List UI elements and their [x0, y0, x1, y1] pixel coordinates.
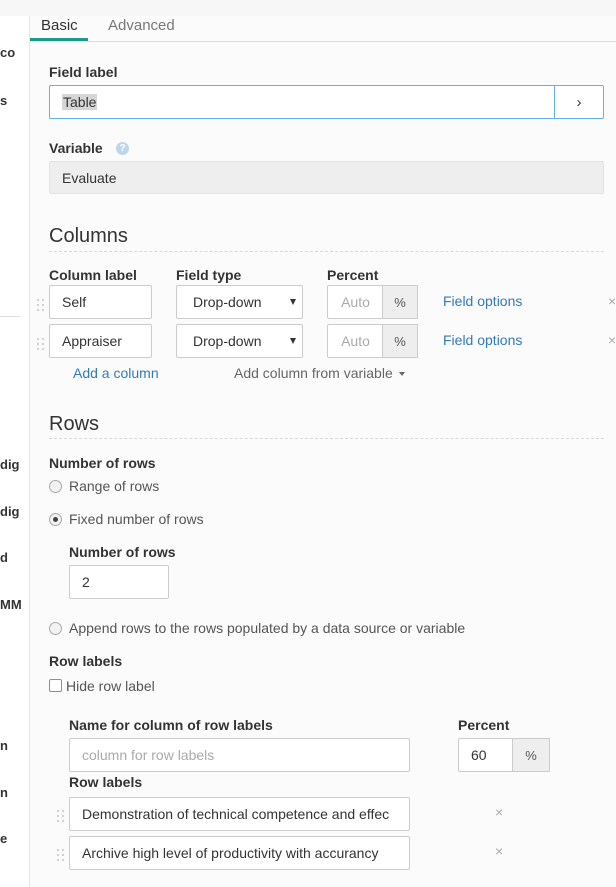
hide-row-label-checkbox[interactable] [49, 679, 62, 692]
add-column-link[interactable]: Add a column [73, 365, 159, 381]
percent-addon: % [382, 285, 418, 319]
add-column-from-variable-label: Add column from variable [234, 365, 393, 381]
variable-value: Evaluate [62, 169, 117, 186]
name-column-heading: Name for column of row labels [69, 717, 273, 733]
drag-handle-icon[interactable] [37, 299, 45, 313]
tab-basic[interactable]: Basic [41, 17, 78, 34]
add-column-from-variable-dropdown[interactable]: Add column from variable [234, 365, 405, 381]
name-column-placeholder: column for row labels [82, 747, 215, 763]
drag-handle-icon[interactable] [57, 810, 65, 824]
range-of-rows-label[interactable]: Range of rows [69, 478, 159, 494]
tab-advanced[interactable]: Advanced [108, 17, 175, 34]
row-label-value: Archive high level of productivity with … [82, 845, 379, 861]
remove-column-icon[interactable]: × [608, 293, 616, 309]
row-label-value: Demonstration of technical competence an… [82, 806, 390, 822]
row-percent-heading: Percent [458, 717, 510, 733]
sidebar-fragment[interactable]: n [0, 785, 8, 800]
hide-row-label-text[interactable]: Hide row label [66, 678, 155, 694]
columns-divider [49, 251, 604, 252]
sidebar-fragment[interactable]: MM [0, 597, 22, 612]
row-percent-addon: % [512, 738, 550, 772]
remove-row-label-icon[interactable]: × [495, 843, 503, 859]
sidebar-divider [0, 316, 20, 317]
column-label-value: Self [62, 294, 87, 310]
row-percent-value: 60 [471, 747, 487, 763]
field-label-expand-button[interactable]: › [554, 85, 604, 119]
caret-down-icon [290, 338, 296, 344]
field-type-select[interactable]: Drop-down [176, 285, 303, 319]
row-label-input[interactable]: Archive high level of productivity with … [69, 836, 410, 870]
left-sidebar: co s dig dig d MM n n e [0, 16, 30, 887]
help-icon[interactable]: ? [116, 142, 129, 155]
name-column-input[interactable]: column for row labels [69, 738, 410, 772]
sidebar-fragment[interactable]: dig [0, 504, 20, 519]
percent-suffix: % [525, 747, 537, 763]
percent-suffix: % [394, 294, 406, 310]
drag-handle-icon[interactable] [57, 849, 65, 863]
fixed-number-of-rows-label[interactable]: Fixed number of rows [69, 511, 204, 527]
sidebar-fragment[interactable]: dig [0, 457, 20, 472]
chevron-right-icon: › [576, 93, 582, 111]
number-of-rows-input[interactable]: 2 [69, 565, 169, 599]
percent-addon: % [382, 324, 418, 358]
number-of-rows-value: 2 [82, 574, 90, 590]
fixed-number-of-rows-radio[interactable] [49, 513, 62, 526]
field-settings-panel: Basic Advanced Field label Table › Varia… [30, 16, 616, 887]
row-label-input[interactable]: Demonstration of technical competence an… [69, 797, 410, 831]
percent-placeholder: Auto [341, 333, 370, 349]
row-labels-heading: Row labels [49, 653, 123, 669]
field-type-header: Field type [176, 267, 242, 283]
fixed-count-heading: Number of rows [69, 544, 176, 560]
variable-field: Evaluate [49, 161, 604, 194]
sidebar-fragment[interactable]: co [0, 45, 15, 60]
percent-suffix: % [394, 333, 406, 349]
field-options-link[interactable]: Field options [443, 293, 522, 309]
field-options-link[interactable]: Field options [443, 332, 522, 348]
column-label-header: Column label [49, 267, 137, 283]
caret-down-icon [398, 372, 405, 377]
columns-section-title: Columns [49, 225, 128, 247]
sidebar-fragment[interactable]: e [0, 831, 7, 846]
field-label-input[interactable]: Table [49, 85, 555, 119]
field-label-heading: Field label [49, 64, 118, 80]
field-label-value: Table [62, 94, 98, 110]
rows-divider [49, 438, 604, 439]
range-of-rows-radio[interactable] [49, 480, 62, 493]
column-label-input[interactable]: Self [49, 285, 152, 319]
percent-placeholder: Auto [341, 294, 370, 310]
caret-down-icon [290, 299, 296, 305]
row-percent-input[interactable]: 60 [458, 738, 514, 772]
field-type-value: Drop-down [193, 294, 262, 310]
append-rows-radio[interactable] [49, 622, 62, 635]
sidebar-fragment[interactable]: n [0, 738, 8, 753]
sidebar-fragment[interactable]: s [0, 93, 7, 108]
tab-bar: Basic Advanced [30, 16, 616, 42]
top-strip [0, 0, 616, 16]
column-label-input[interactable]: Appraiser [49, 324, 152, 358]
field-type-select[interactable]: Drop-down [176, 324, 303, 358]
variable-heading: Variable [49, 140, 103, 156]
remove-row-label-icon[interactable]: × [495, 804, 503, 820]
active-tab-indicator [30, 38, 88, 41]
column-label-value: Appraiser [62, 333, 122, 349]
remove-column-icon[interactable]: × [608, 332, 616, 348]
drag-handle-icon[interactable] [37, 338, 45, 352]
row-labels-sublabel: Row labels [69, 774, 143, 790]
number-of-rows-heading: Number of rows [49, 455, 156, 471]
sidebar-fragment[interactable]: d [0, 550, 8, 565]
column-percent-input[interactable]: Auto [327, 285, 383, 319]
append-rows-label[interactable]: Append rows to the rows populated by a d… [69, 620, 465, 636]
percent-header: Percent [327, 267, 379, 283]
rows-section-title: Rows [49, 413, 100, 435]
column-percent-input[interactable]: Auto [327, 324, 383, 358]
field-type-value: Drop-down [193, 333, 262, 349]
